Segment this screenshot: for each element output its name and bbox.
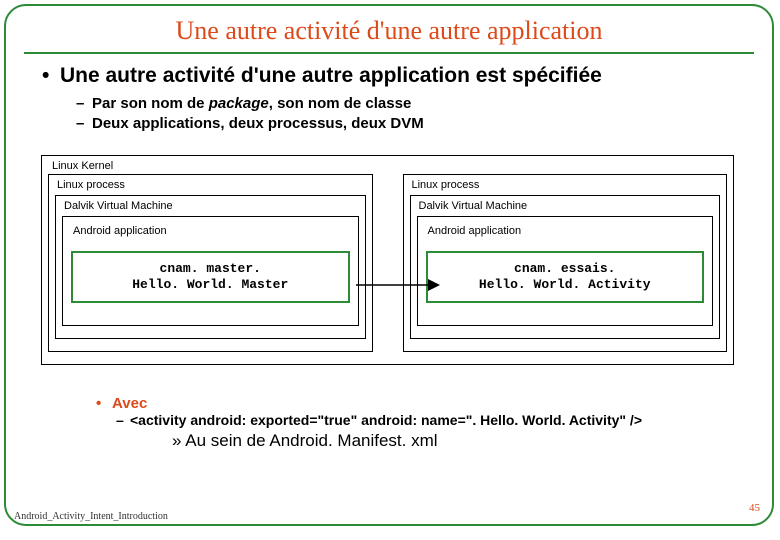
app-right: Android application cnam. essais. Hello.…: [417, 216, 714, 326]
class-box-left-line2: Hello. World. Master: [79, 277, 342, 293]
bullet-sub-1a: Par son nom de: [92, 95, 209, 112]
kernel-label: Linux Kernel: [48, 160, 727, 172]
app-left: Android application cnam. master. Hello.…: [62, 216, 359, 326]
bullet-main: Une autre activité d'une autre applicati…: [60, 64, 748, 88]
dvm-right-label: Dalvik Virtual Machine: [417, 200, 714, 212]
bullet-sub-2: Deux applications, deux processus, deux …: [92, 114, 748, 134]
avec-label: Avec: [112, 395, 772, 412]
slide-title: Une autre activité d'une autre applicati…: [6, 16, 772, 46]
dvm-right: Dalvik Virtual Machine Android applicati…: [410, 195, 721, 339]
bullet-sub-1c: , son nom de classe: [269, 95, 412, 112]
content-area: Une autre activité d'une autre applicati…: [6, 54, 772, 135]
slide-frame: Une autre activité d'une autre applicati…: [4, 4, 774, 526]
kernel-box: Linux Kernel Linux process Dalvik Virtua…: [41, 155, 734, 365]
process-left-label: Linux process: [55, 179, 366, 191]
diagram: Linux Kernel Linux process Dalvik Virtua…: [41, 155, 734, 365]
slide-number: 45: [749, 502, 760, 514]
bullet-sub-1b: package: [209, 95, 269, 112]
activity-code: <activity android: exported="true" andro…: [130, 412, 772, 428]
app-left-label: Android application: [71, 225, 350, 237]
bullet-sub-1: Par son nom de package, son nom de class…: [92, 94, 748, 114]
class-box-left: cnam. master. Hello. World. Master: [71, 251, 350, 304]
process-right: Linux process Dalvik Virtual Machine And…: [403, 174, 728, 352]
dvm-left: Dalvik Virtual Machine Android applicati…: [55, 195, 366, 339]
manifest-text: » Au sein de Android. Manifest. xml: [172, 431, 772, 451]
process-right-label: Linux process: [410, 179, 721, 191]
avec-block: Avec <activity android: exported="true" …: [112, 395, 772, 451]
class-box-right-line1: cnam. essais.: [434, 261, 697, 277]
dvm-left-label: Dalvik Virtual Machine: [62, 200, 359, 212]
processes-row: Linux process Dalvik Virtual Machine And…: [48, 174, 727, 352]
footer-left: Android_Activity_Intent_Introduction: [14, 511, 168, 522]
class-box-left-line1: cnam. master.: [79, 261, 342, 277]
class-box-right-line2: Hello. World. Activity: [434, 277, 697, 293]
app-right-label: Android application: [426, 225, 705, 237]
class-box-right: cnam. essais. Hello. World. Activity: [426, 251, 705, 304]
process-left: Linux process Dalvik Virtual Machine And…: [48, 174, 373, 352]
